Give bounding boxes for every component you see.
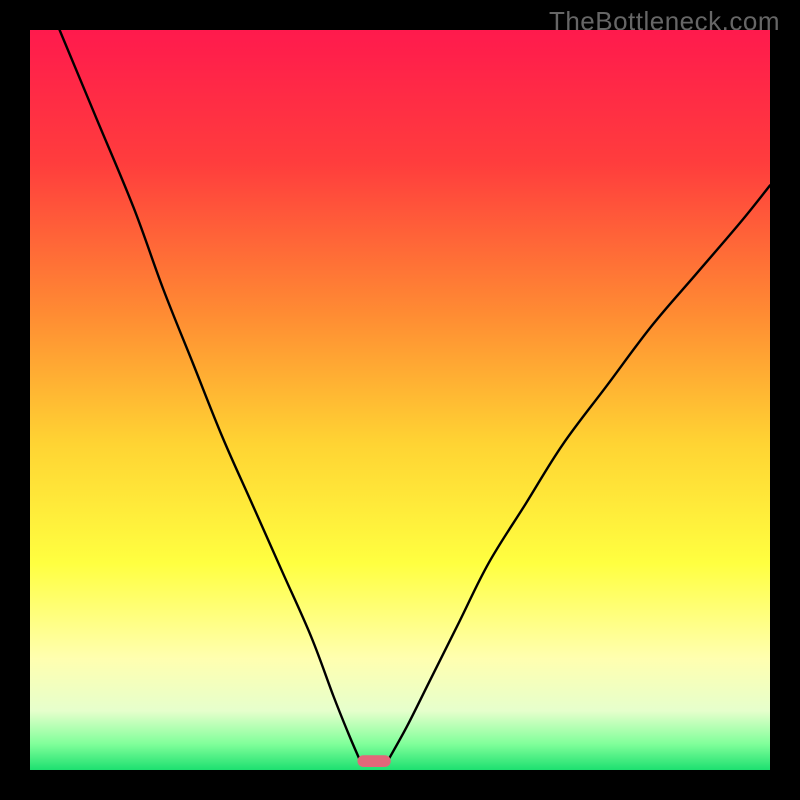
bottleneck-chart — [30, 30, 770, 770]
gradient-background — [30, 30, 770, 770]
minimum-marker — [357, 755, 390, 767]
chart-frame: TheBottleneck.com — [0, 0, 800, 800]
